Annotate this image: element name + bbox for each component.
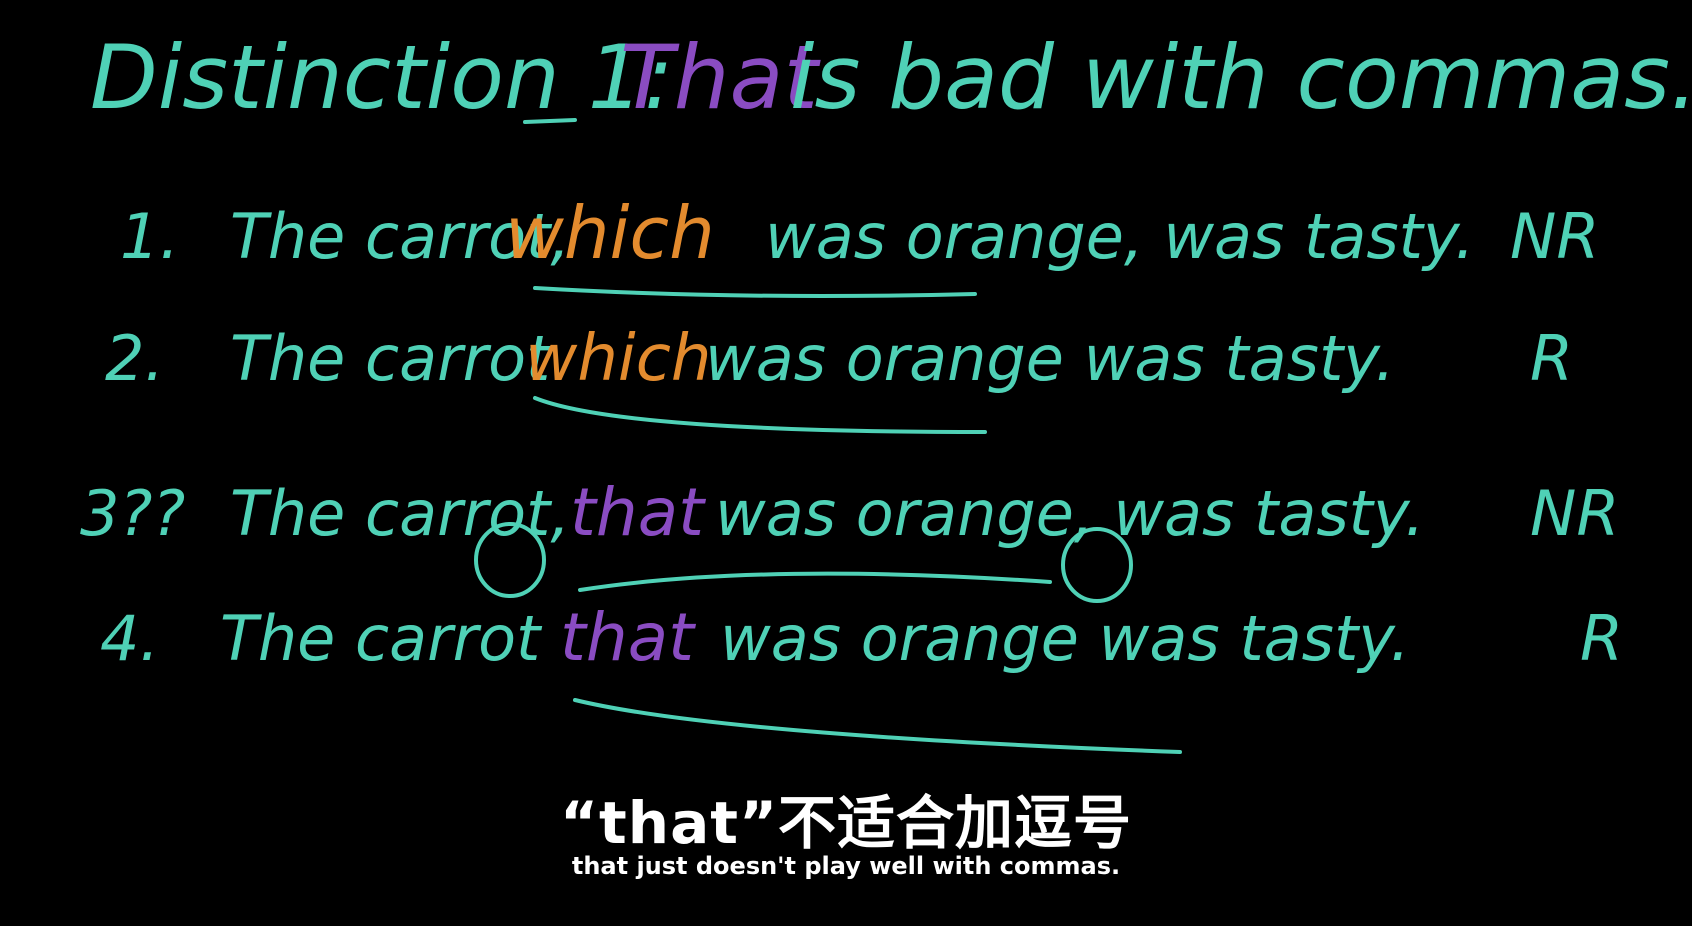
heading-prefix: Distinction 1: — [90, 26, 673, 129]
line-4-after: was orange was tasty. — [720, 602, 1410, 675]
line-3-after: was orange, was tasty. — [715, 477, 1425, 550]
line-2-tag: R — [1530, 322, 1573, 395]
line-1-number: 1. — [120, 200, 179, 273]
line-2-underline — [533, 396, 987, 434]
line-4-keyword: that — [560, 599, 696, 676]
line-2-after: was orange was tasty. — [705, 322, 1395, 395]
line-3-number: 3?? — [80, 477, 185, 550]
line-4-number: 4. — [100, 602, 159, 675]
line-3-tag: NR — [1530, 477, 1619, 550]
line-4-tag: R — [1580, 602, 1623, 675]
heading-rest: is bad with commas. — [790, 26, 1692, 129]
line-3-before: The carrot, — [230, 477, 570, 550]
subtitle-english: that just doesn't play well with commas. — [571, 852, 1121, 880]
line-3-keyword: that — [570, 474, 706, 551]
line-1-tag: NR — [1510, 200, 1599, 273]
heading-underline — [523, 118, 577, 124]
line-2-number: 2. — [105, 322, 164, 395]
line-3-underline — [578, 571, 1052, 592]
line-2-before: The carrot — [230, 322, 553, 395]
line-1-underline — [533, 286, 977, 298]
line-4-before: The carrot — [220, 602, 543, 675]
line-1-after: was orange, was tasty. — [765, 200, 1475, 273]
subtitle-chinese: “that”不适合加逗号 — [559, 789, 1133, 857]
line-1-keyword: which — [505, 191, 715, 275]
line-4-underline — [573, 698, 1182, 754]
line-2-keyword: which — [525, 322, 711, 396]
